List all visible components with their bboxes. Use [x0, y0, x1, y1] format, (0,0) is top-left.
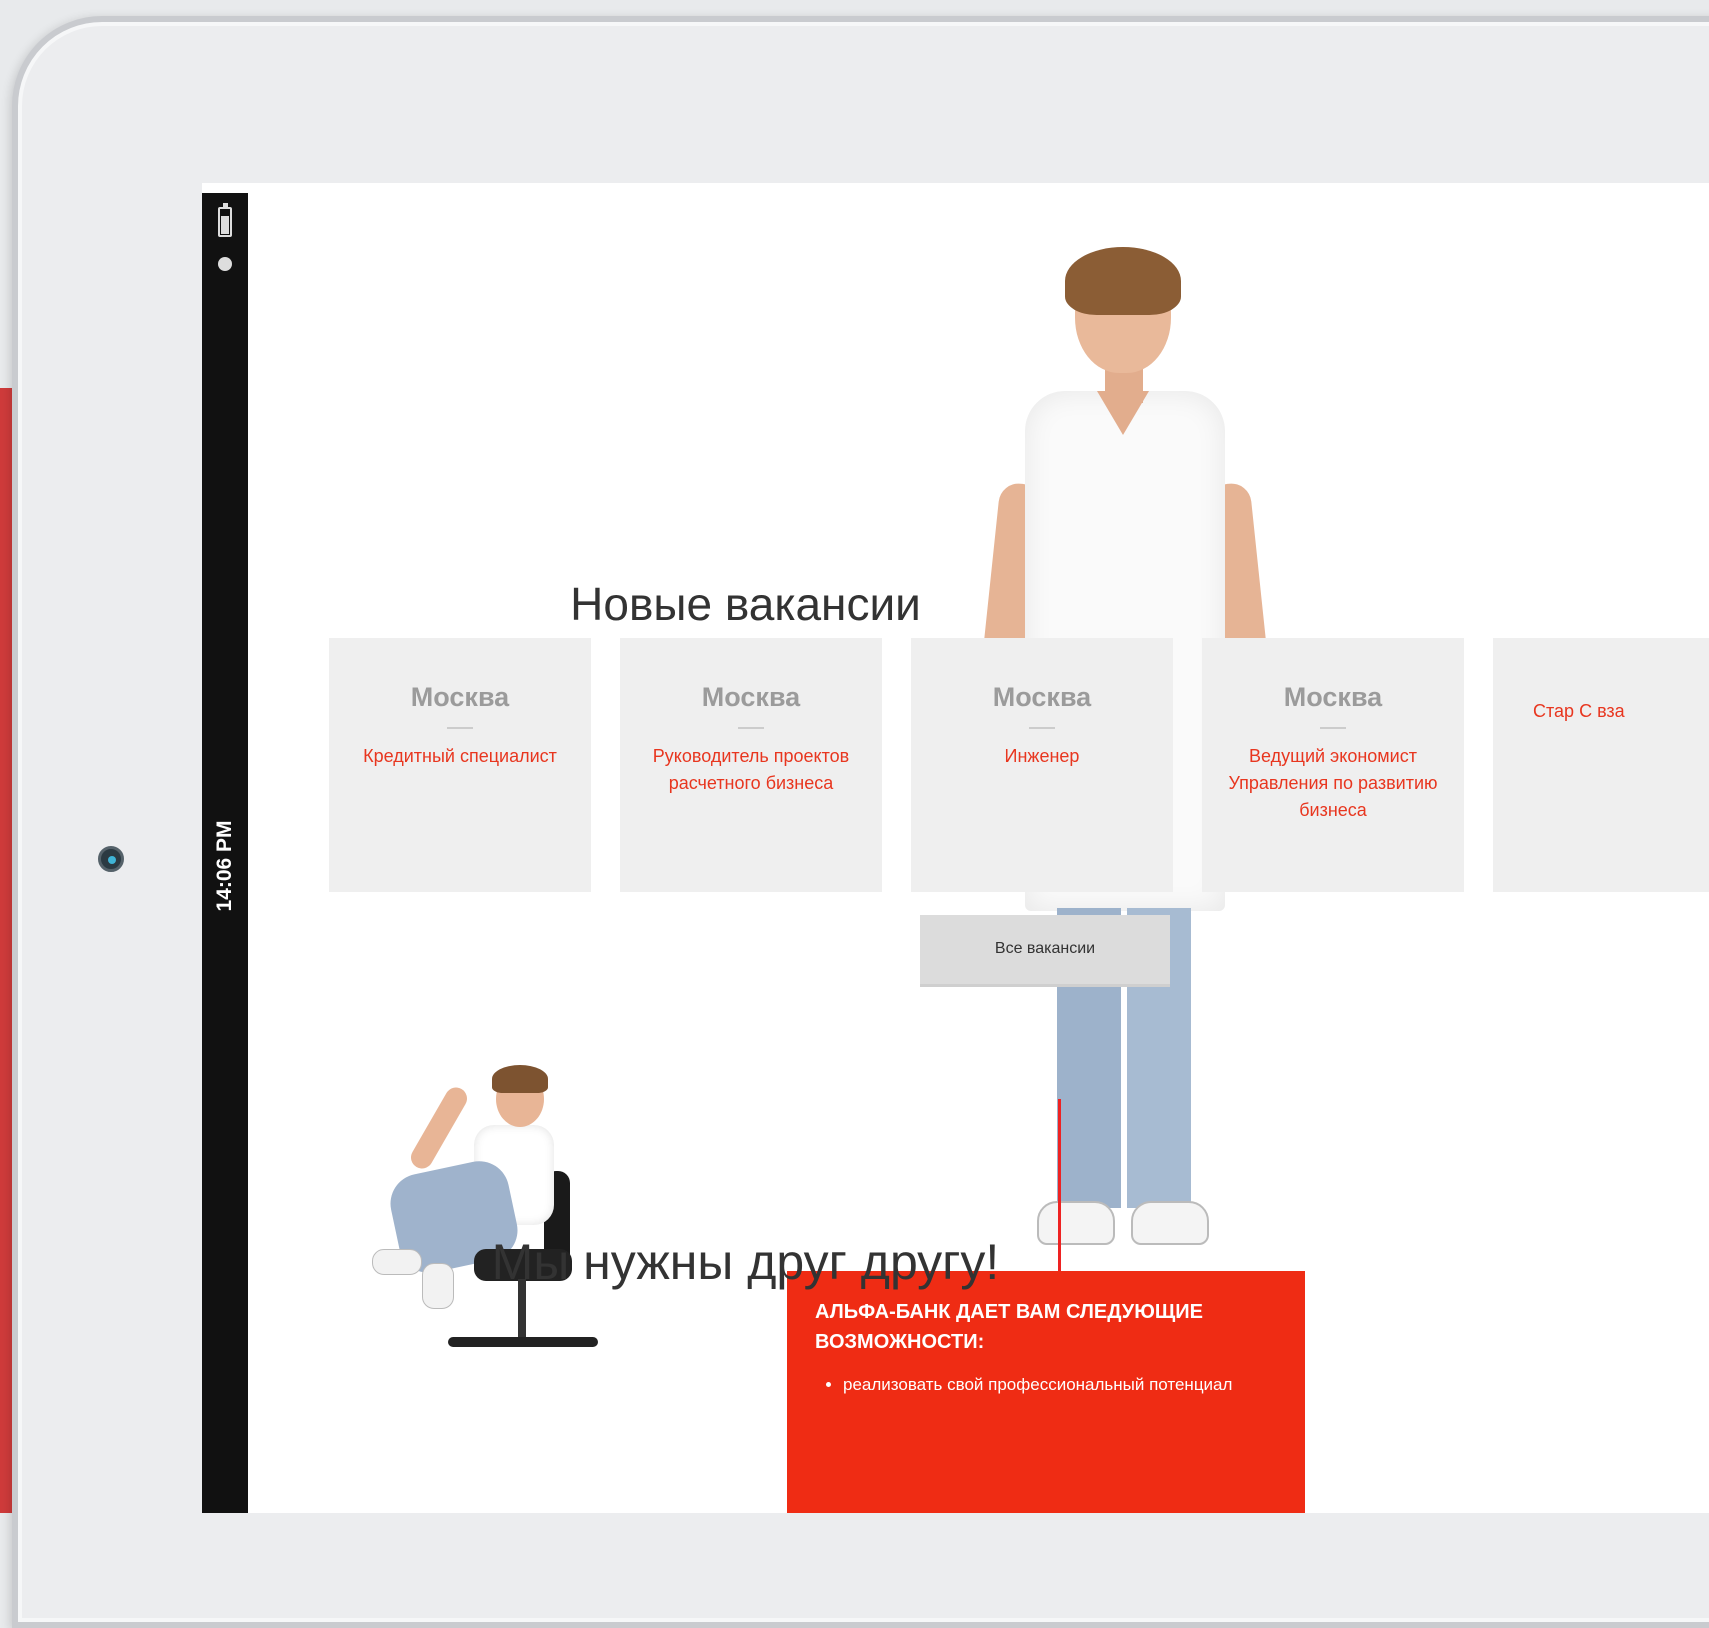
- camera-icon: [98, 846, 124, 872]
- divider: [738, 727, 764, 729]
- vacancy-card[interactable]: Москва Инженер: [911, 638, 1173, 892]
- vacancy-title[interactable]: Стар С вза: [1493, 698, 1709, 725]
- vacancy-card[interactable]: Москва Руководитель проектов расчетного …: [620, 638, 882, 892]
- benefits-list: реализовать свой профессиональный потенц…: [821, 1375, 1305, 1395]
- sitting-person-image: [372, 1063, 632, 1393]
- vacancy-city: Москва: [992, 682, 1092, 712]
- vacancy-card[interactable]: Москва Кредитный специалист: [329, 638, 591, 892]
- hero-collar: [1097, 391, 1149, 435]
- status-bar: 14:06 PM: [202, 193, 248, 1513]
- divider: [447, 727, 473, 729]
- all-vacancies-button[interactable]: Все вакансии: [920, 915, 1170, 987]
- sitter-hair: [492, 1065, 548, 1093]
- vacancy-city: Москва: [1283, 682, 1383, 712]
- benefits-box: АЛЬФА-БАНК ДАЕТ ВАМ СЛЕДУЮЩИЕ ВОЗМОЖНОСТ…: [787, 1271, 1305, 1513]
- chair-base: [448, 1337, 598, 1347]
- status-time: 14:06 PM: [213, 820, 236, 912]
- vacancy-card[interactable]: Москва Ведущий экономист Управления по р…: [1202, 638, 1464, 892]
- we-need-title: Мы нужны друг другу!: [491, 1233, 1000, 1290]
- vacancy-title[interactable]: Инженер: [911, 743, 1173, 770]
- vacancies-title: Новые вакансии: [570, 578, 921, 631]
- vacancy-card[interactable]: Стар С вза: [1493, 638, 1709, 892]
- screen: 14:06 PM Новые вакансии Москва Кредитный…: [202, 183, 1709, 1513]
- clock-icon: [218, 257, 232, 271]
- benefits-title: АЛЬФА-БАНК ДАЕТ ВАМ СЛЕДУЮЩИЕ ВОЗМОЖНОСТ…: [815, 1301, 1203, 1353]
- hero-hair: [1065, 247, 1181, 315]
- vacancy-city: Москва: [701, 682, 801, 712]
- divider: [1029, 727, 1055, 729]
- vacancy-title[interactable]: Кредитный специалист: [329, 743, 591, 770]
- list-item: реализовать свой профессиональный потенц…: [843, 1375, 1305, 1395]
- vacancy-title[interactable]: Руководитель проектов расчетного бизнеса: [620, 743, 882, 797]
- battery-icon: [218, 203, 232, 237]
- sitter-arm: [406, 1083, 472, 1173]
- vacancy-city: Москва: [410, 682, 510, 712]
- vacancy-title[interactable]: Ведущий экономист Управления по развитию…: [1202, 743, 1464, 824]
- divider: [1320, 727, 1346, 729]
